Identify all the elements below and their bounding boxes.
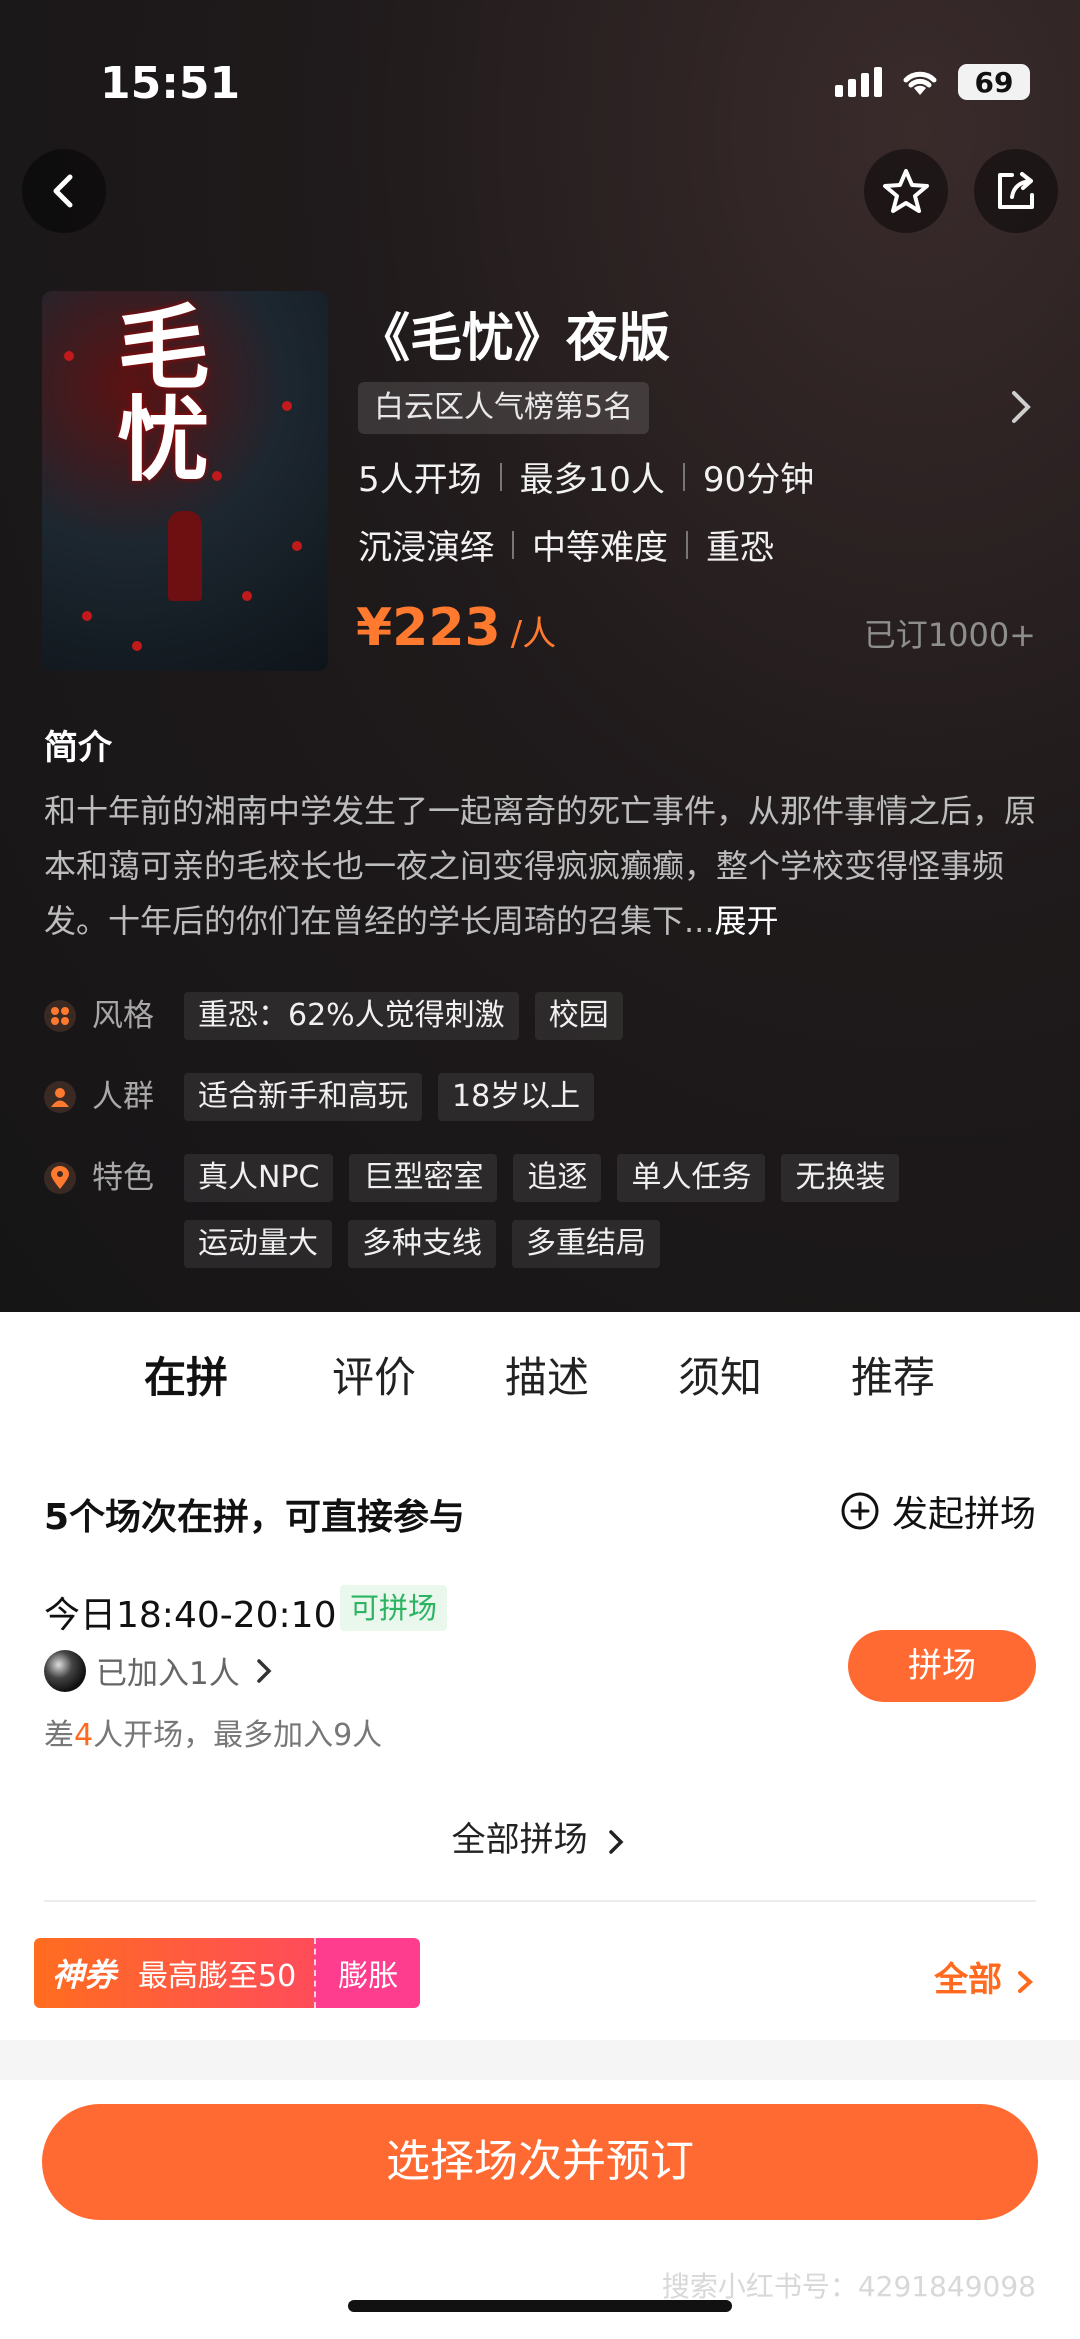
- intro-heading: 简介: [44, 728, 112, 768]
- rank-badge[interactable]: 白云区人气榜第5名: [358, 382, 650, 434]
- slot-requirement: 差4人开场，最多加入9人: [44, 1718, 383, 1753]
- show-title: 《毛忧》夜版: [358, 309, 671, 369]
- poster-title-art: 毛忧: [102, 299, 210, 483]
- tag-chip: 18岁以上: [438, 1073, 595, 1121]
- tag-chip: 单人任务: [617, 1154, 766, 1202]
- tag-chip: 运动量大: [184, 1220, 332, 1268]
- style-icon: [44, 1000, 76, 1032]
- tag-chip: 校园: [534, 992, 623, 1040]
- joined-members[interactable]: 已加入1人: [44, 1648, 278, 1693]
- divider: [44, 1900, 1036, 1902]
- chevron-right-icon: [609, 1829, 624, 1854]
- star-icon: [883, 169, 929, 213]
- sold-count: 已订1000+: [863, 616, 1036, 654]
- avatar: [44, 1649, 86, 1692]
- tag-chip: 多种支线: [348, 1220, 496, 1268]
- chevron-right-icon[interactable]: [1006, 389, 1036, 425]
- poster-image[interactable]: 毛忧: [42, 291, 328, 671]
- share-button[interactable]: [974, 149, 1058, 233]
- show-meta-basic: 5人开场 最多10人 90分钟: [358, 460, 815, 500]
- tab-reviews[interactable]: 评价: [332, 1344, 416, 1405]
- tag-chip: 巨型密室: [349, 1154, 498, 1202]
- coupon-expand[interactable]: 膨胀: [314, 1938, 421, 2008]
- chevron-left-icon: [53, 174, 73, 208]
- tag-row-audience: 人群 适合新手和高玩 18岁以上: [44, 1073, 944, 1121]
- tag-chip: 重恐：62%人觉得刺激: [184, 992, 519, 1040]
- tab-grouping[interactable]: 在拼: [144, 1344, 240, 1405]
- back-button[interactable]: [22, 149, 106, 233]
- status-bar: 15:51 69: [100, 58, 1030, 109]
- person-icon: [44, 1081, 76, 1113]
- slot-status-badge: 可拼场: [340, 1585, 448, 1631]
- wifi-icon: [903, 71, 937, 95]
- tag-chip: 真人NPC: [184, 1154, 334, 1202]
- expand-link[interactable]: 展开: [715, 902, 779, 940]
- tab-recommend[interactable]: 推荐: [851, 1344, 935, 1405]
- coupon-banner[interactable]: 神券 最高膨至50 膨胀: [34, 1938, 421, 2008]
- home-indicator: [348, 2300, 732, 2312]
- select-session-book-button[interactable]: 选择场次并预订: [42, 2104, 1038, 2220]
- watermark-text: 搜索小红书号：4291849098: [661, 2270, 1036, 2303]
- tab-bar: 在拼 评价 描述 须知 推荐: [0, 1312, 1080, 1444]
- share-icon: [998, 172, 1034, 209]
- favorite-button[interactable]: [864, 149, 948, 233]
- price: ¥223/人: [356, 598, 557, 658]
- coupon-tag: 神券: [52, 1956, 117, 1994]
- tag-chip: 无换装: [781, 1154, 900, 1202]
- status-time: 15:51: [100, 58, 241, 109]
- tag-chip: 适合新手和高玩: [184, 1073, 422, 1121]
- chevron-right-icon: [256, 1658, 272, 1683]
- cellular-signal-icon: [835, 67, 882, 97]
- tag-row-style: 风格 重恐：62%人觉得刺激 校园: [44, 992, 944, 1040]
- location-pin-icon: [44, 1162, 76, 1194]
- slot-time: 今日18:40-20:10: [44, 1595, 337, 1636]
- tag-row-features: 特色 真人NPC 巨型密室 追逐 单人任务 无换装 运动量大 多种支线 多重结局: [44, 1154, 944, 1268]
- tag-chip: 多重结局: [512, 1220, 660, 1268]
- battery-indicator: 69: [958, 64, 1030, 100]
- all-groups-link[interactable]: 全部拼场: [0, 1812, 1080, 1861]
- group-heading: 5个场次在拼，可直接参与: [44, 1497, 466, 1538]
- tab-notice[interactable]: 须知: [678, 1344, 762, 1405]
- plus-circle-icon: [841, 1492, 879, 1530]
- show-meta-style: 沉浸演绎 中等难度 重恐: [358, 528, 774, 568]
- tab-description[interactable]: 描述: [505, 1344, 589, 1405]
- start-group-button[interactable]: 发起拼场: [840, 1485, 1036, 1537]
- all-coupons-link[interactable]: 全部: [934, 1952, 1036, 2001]
- join-group-button[interactable]: 拼场: [848, 1630, 1036, 1702]
- intro-text: 和十年前的湘南中学发生了一起离奇的死亡事件，从那件事情之后，原本和蔼可亲的毛校长…: [44, 792, 1037, 940]
- chevron-right-icon: [1018, 1970, 1033, 1993]
- tag-chip: 追逐: [513, 1154, 602, 1202]
